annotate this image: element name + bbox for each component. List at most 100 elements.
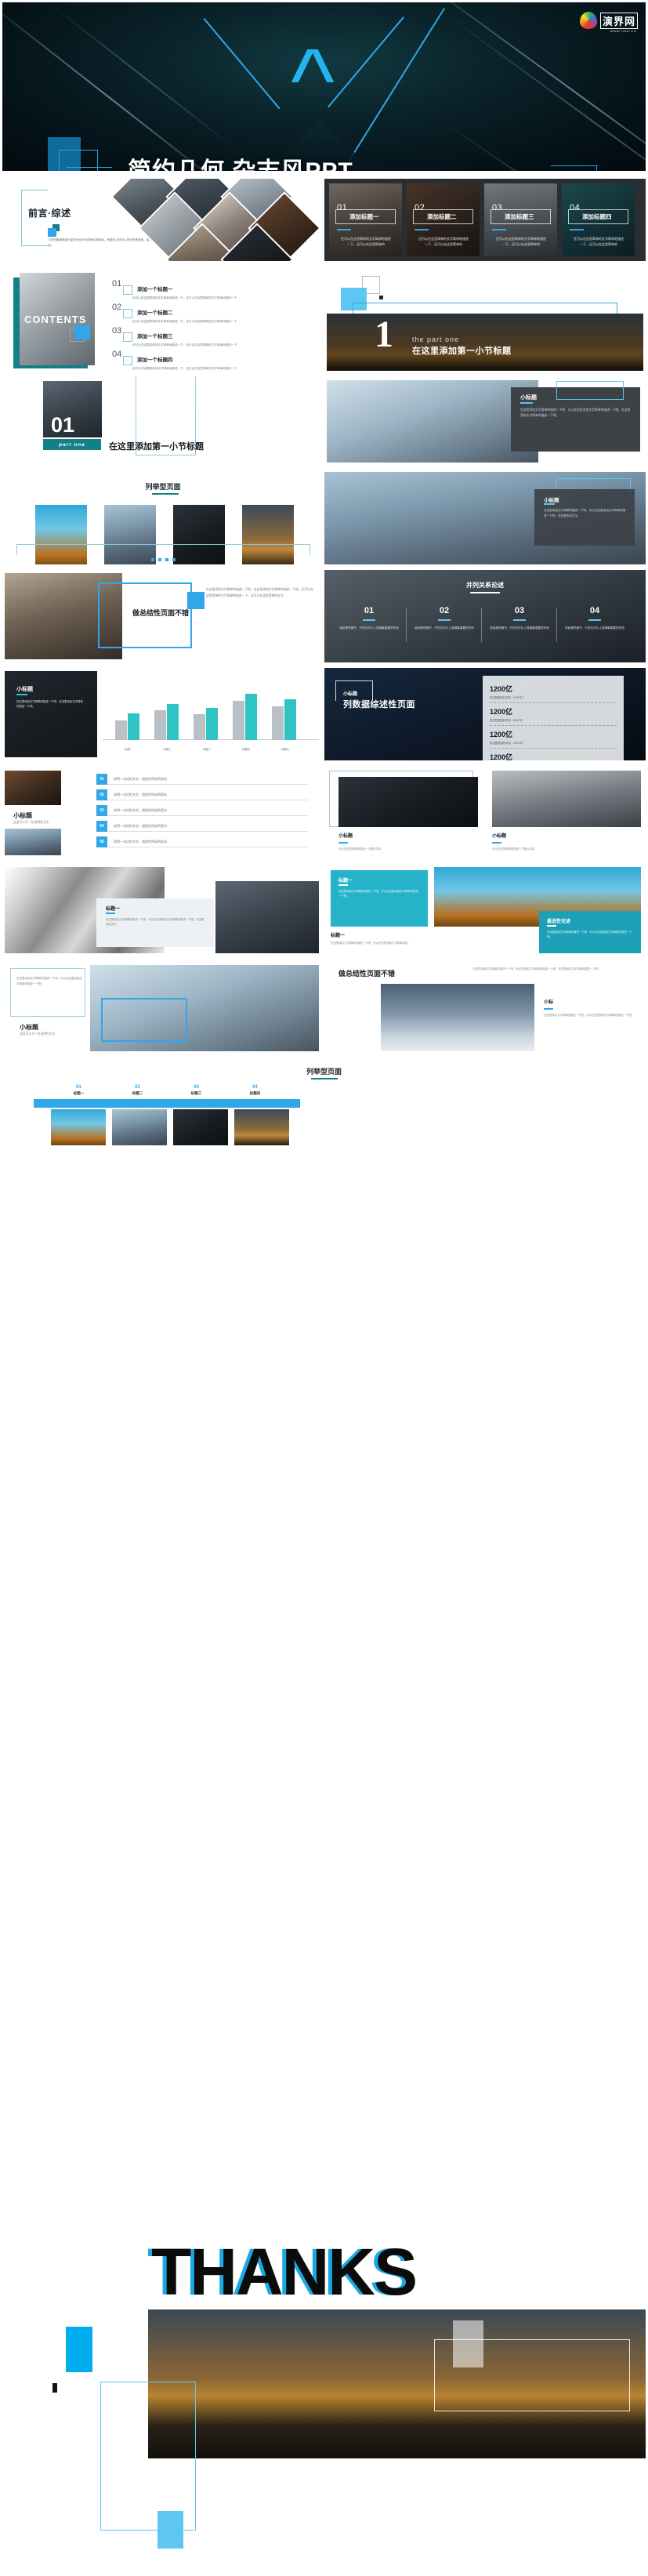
spiral-title: 标题一 <box>106 907 121 912</box>
tab-title: 标题三 <box>190 1091 202 1095</box>
tab-title: 标题一 <box>73 1091 85 1095</box>
contents-row-box <box>123 309 132 318</box>
chart-bar-series2 <box>284 699 296 740</box>
chart-bar-series2 <box>128 713 139 740</box>
contents-row-title: 添加一个标题二 <box>137 310 173 316</box>
contents-row-title: 添加一个标题一 <box>137 287 173 292</box>
contents-row-title: 添加一个标题三 <box>137 334 173 339</box>
slide-section-hero: 1 the part one 在这里添加第一小节标题 <box>324 267 646 371</box>
data-value: 1200亿 <box>490 685 513 693</box>
caption-title: 小标题 <box>492 834 507 839</box>
slide-preface: 前言·综述 几何元素越来越凸显它在设计中的地位和作用。有限的几何可以拼出多种造型… <box>2 179 324 261</box>
thanks-blue-frame <box>100 2382 196 2531</box>
card-number: 03 <box>492 203 503 212</box>
thanks-blue-square-2 <box>157 2511 183 2549</box>
list-wide-tab[interactable]: 04 标题四 <box>226 1085 284 1096</box>
card-desc: 还可以在这里简单的文字简单地描述一下，还可以在这里简单的 <box>418 237 469 246</box>
contents-row-number: 02 <box>112 303 122 312</box>
city-frame-accent <box>101 998 187 1042</box>
numbered-list-item: 01 说明一句话的文字，描述性的说明语句 <box>96 774 308 785</box>
parallel-col-desc: 收起那些细节，只在幻灯片上强调最重要的东西 <box>415 626 474 629</box>
slide-cover: 简约几何 杂志风PPT 演界网 WWW.YANJ.CN <box>2 2 646 171</box>
list-connector <box>16 544 310 545</box>
list-cell-photo <box>104 505 156 564</box>
slide-spiral: 标题一 在这里添加文字简单的描述一下吧，可以在这里添加文字简单的描述一下吧，在这… <box>2 864 324 956</box>
list-heading-rule <box>152 493 179 495</box>
item-number: 02 <box>96 789 107 800</box>
chart-tick-label: 标题一 <box>124 748 133 751</box>
numbered-list-item: 02 说明一句话的文字，描述性的说明语句 <box>96 789 308 800</box>
card-number: 04 <box>570 203 581 212</box>
data-heading: 列数据综述性页面 <box>343 700 415 709</box>
summary2-photo <box>381 984 534 1051</box>
hero-chinese-title: 在这里添加第一小节标题 <box>412 346 512 356</box>
data-caption: 描述数据指标项目（1000字） <box>490 696 525 699</box>
chart-tick-label: 标题四 <box>241 748 251 751</box>
item-text: 说明一句话的文字，描述性的说明语句 <box>114 824 167 828</box>
list-wide-cell: 收起那些细节，只在幻灯片上强调最重要的东西 <box>173 1109 228 1145</box>
parallel-col-desc: 收起那些细节，只在幻灯片上强调最重要的东西 <box>339 626 399 629</box>
chart-card-title: 小标题 <box>16 687 33 692</box>
card-rule <box>520 402 533 404</box>
contents-row-desc: 还可以在这里简单的文字简单地描述一下。还可以在这里简单的文字简单地描述一下 <box>132 296 237 299</box>
card-body: 在这里添加文字简单的描述一下吧，可以在这里添加文字简单的描述一下吧。在这里添加文… <box>520 408 631 418</box>
spiral-rule <box>106 912 115 914</box>
ppt-template-preview-page: 简约几何 杂志风PPT 演界网 WWW.YANJ.CN 前言·综述 几何元素越来… <box>0 0 648 2576</box>
cell-photo <box>112 1109 167 1145</box>
list-wide-band <box>34 1099 300 1108</box>
data-value: 1200亿 <box>490 753 513 760</box>
section-tag: part one <box>43 439 101 450</box>
tab-title: 标题二 <box>132 1091 143 1095</box>
teal-card-left-body: 在这里添加文字简单的描述一下吧，可以在这里添加文字简单描述。 <box>331 942 411 945</box>
contents-label: CONTENTS <box>24 314 87 325</box>
card-desc: 还可以在这里简单的文字简单地描述一下，还可以在这里简单的 <box>496 237 546 246</box>
tab-number: 01 <box>76 1085 81 1090</box>
card-03: 03 添加标题三 还可以在这里简单的文字简单地描述一下，还可以在这里简单的 <box>484 183 557 256</box>
caption-title: 小标题 <box>338 834 353 839</box>
caption-desc: 可以在这里简单的描述一下图片内容 <box>492 847 535 851</box>
chart-bar-series2 <box>206 707 218 740</box>
parallel-col-number: 04 <box>589 606 600 615</box>
teal-card-left-caption: 标题一 在这里添加文字简单的描述一下吧，可以在这里添加文字简单描述。 <box>331 931 428 945</box>
cover-rule-right-tick <box>596 165 597 171</box>
parallel-heading-rule <box>470 592 500 593</box>
caption-desc: 可以在这里简单的描述一下图片内容 <box>338 847 382 851</box>
item-text: 说明一句话的文字，描述性的说明语句 <box>114 840 167 844</box>
card-01: 01 添加标题一 还可以在这里简单的文字简单地描述一下，还可以在这里简单的 <box>329 183 402 256</box>
item-number: 05 <box>96 836 107 847</box>
list-wide-tab[interactable]: 02 标题二 <box>108 1085 167 1096</box>
item-text: 说明一句话的文字，描述性的说明语句 <box>114 808 167 812</box>
list-heading: 列举型页面 <box>145 483 181 491</box>
chart-card-rule <box>16 694 27 695</box>
tab-number: 04 <box>252 1085 258 1090</box>
card-desc: 还可以在这里简单的文字简单地描述一下，还可以在这里简单的 <box>574 237 624 246</box>
list-wide-tab[interactable]: 03 标题三 <box>167 1085 226 1096</box>
slide-numbered-cards: 01 添加标题一 还可以在这里简单的文字简单地描述一下，还可以在这里简单的 02… <box>324 179 646 261</box>
list-wide-cell: 收起那些细节，只在幻灯片上强调最重要的东西 <box>112 1109 167 1145</box>
contents-row-number: 01 <box>112 279 122 288</box>
photo <box>327 380 538 463</box>
spiral-body: 在这里添加文字简单的描述一下吧，可以在这里添加文字简单的描述一下吧，在这里添加文… <box>106 918 205 927</box>
item-text: 说明一句话的文字，描述性的说明语句 <box>114 777 167 781</box>
card-outline-accent <box>556 381 624 400</box>
hero-dot <box>379 296 383 299</box>
chart-bar-series1 <box>154 709 166 740</box>
card-desc: 还可以在这里简单的文字简单地描述一下，还可以在这里简单的 <box>341 237 391 246</box>
tab-number: 03 <box>194 1085 199 1090</box>
data-item: 1200亿 描述数据指标项目（1000字） <box>490 703 617 726</box>
cell-photo <box>51 1109 106 1145</box>
cell-photo <box>173 1109 228 1145</box>
summary-heading: 做总结性页面不错 <box>132 609 190 617</box>
data-eyebrow: 小标题 <box>343 692 358 697</box>
chart-tick-label: 标题二 <box>163 748 172 751</box>
contents-row-box <box>123 356 132 365</box>
thanks-black-mark <box>52 2383 57 2393</box>
numbered-list-item: 04 说明一句话的文字，描述性的说明语句 <box>96 821 308 832</box>
teal-card-1-title: 标题一 <box>338 879 353 883</box>
contents-row-box <box>123 285 132 295</box>
data-value: 1200亿 <box>490 708 513 716</box>
list-cell: 标题一 收起那些细节，只在幻灯片上强调最重要的东西 <box>242 505 294 564</box>
data-caption: 描述数据指标项目（1000字） <box>490 719 525 722</box>
list-wide-tab[interactable]: 01 标题一 <box>49 1085 108 1096</box>
parallel-col: 04 收起那些细节，只在幻灯片上强调最重要的东西 <box>561 606 628 631</box>
